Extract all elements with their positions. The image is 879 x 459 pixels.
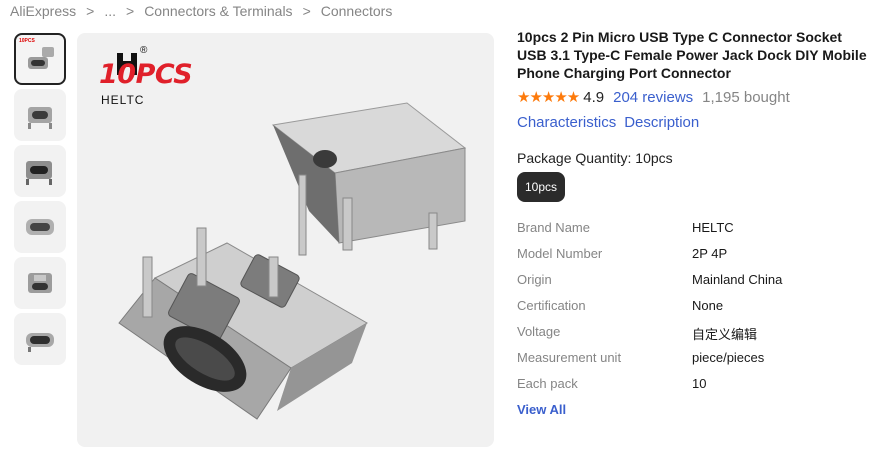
rating-row: ★★★★★ 4.9 204 reviews 1,195 bought [517, 88, 867, 107]
thumbnail-4[interactable] [14, 201, 66, 253]
spec-key: Brand Name [517, 220, 692, 235]
spec-key: Origin [517, 272, 692, 287]
spec-value: None [692, 298, 724, 313]
view-all-link[interactable]: View All [517, 402, 867, 417]
rating-value: 4.9 [583, 88, 605, 106]
reviews-link[interactable]: 204 reviews [613, 89, 693, 106]
star-rating-icon: ★★★★★ [517, 89, 580, 106]
thumbnail-3[interactable] [14, 145, 66, 197]
breadcrumb: AliExpress > ... > Connectors & Terminal… [10, 2, 392, 20]
spec-key: Each pack [517, 376, 692, 391]
spec-row: Brand Name HELTC [517, 220, 847, 246]
brand-text: HELTC [101, 93, 145, 107]
bought-count: 1,195 bought [702, 88, 790, 106]
breadcrumb-separator: > [126, 3, 135, 19]
usb-c-connector-icon [26, 219, 54, 235]
spec-key: Model Number [517, 246, 692, 261]
registered-mark: ® [140, 45, 148, 56]
product-info: 10pcs 2 Pin Micro USB Type C Connector S… [517, 28, 867, 417]
breadcrumb-aliexpress[interactable]: AliExpress [10, 3, 76, 19]
usb-c-connector-icon [28, 107, 52, 129]
breadcrumb-connectors[interactable]: Connectors [321, 3, 393, 19]
package-option-10pcs[interactable]: 10pcs [517, 172, 565, 202]
thumbnail-5[interactable] [14, 257, 66, 309]
specifications-table: Brand Name HELTC Model Number 2P 4P Orig… [517, 220, 847, 402]
thumbnail-badge: 10PCS [19, 38, 35, 44]
thumbnail-2[interactable] [14, 89, 66, 141]
spec-row: Voltage 自定义编辑 [517, 324, 847, 350]
spec-key: Certification [517, 298, 692, 313]
spec-row: Model Number 2P 4P [517, 246, 847, 272]
spec-value: Mainland China [692, 272, 783, 287]
description-link[interactable]: Description [624, 114, 699, 131]
package-quantity-label: Package Quantity: 10pcs [517, 150, 673, 166]
spec-row: Certification None [517, 298, 847, 324]
quantity-badge: 10PCS [99, 59, 193, 90]
spec-row: Each pack 10 [517, 376, 847, 402]
breadcrumb-ellipsis[interactable]: ... [104, 3, 116, 19]
breadcrumb-connectors-terminals[interactable]: Connectors & Terminals [144, 3, 292, 19]
usb-c-connector-icon [28, 273, 52, 293]
spec-value: 自定义编辑 [692, 327, 758, 342]
thumbnail-1[interactable]: 10PCS [14, 33, 66, 85]
spec-value: 2P 4P [692, 246, 728, 261]
spec-row: Origin Mainland China [517, 272, 847, 298]
spec-key: Measurement unit [517, 350, 692, 365]
characteristics-link[interactable]: Characteristics [517, 114, 616, 131]
thumbnail-list: 10PCS [14, 33, 70, 369]
brand-logo: ® 10PCS HELTC [95, 45, 225, 115]
spec-value: 10 [692, 376, 707, 391]
spec-row: Measurement unit piece/pieces [517, 350, 847, 376]
spec-value: HELTC [692, 220, 734, 235]
section-links: Characteristics Description [517, 114, 867, 131]
usb-c-connector-icon [26, 161, 52, 185]
product-title: 10pcs 2 Pin Micro USB Type C Connector S… [517, 29, 867, 81]
usb-c-connector-icon [28, 47, 54, 69]
thumbnail-6[interactable] [14, 313, 66, 365]
main-product-image[interactable]: ® 10PCS HELTC [77, 33, 494, 447]
spec-value: piece/pieces [692, 350, 765, 365]
usb-c-connector-icon [26, 333, 54, 352]
breadcrumb-separator: > [86, 3, 95, 19]
breadcrumb-separator: > [302, 3, 311, 19]
spec-key: Voltage [517, 324, 692, 339]
